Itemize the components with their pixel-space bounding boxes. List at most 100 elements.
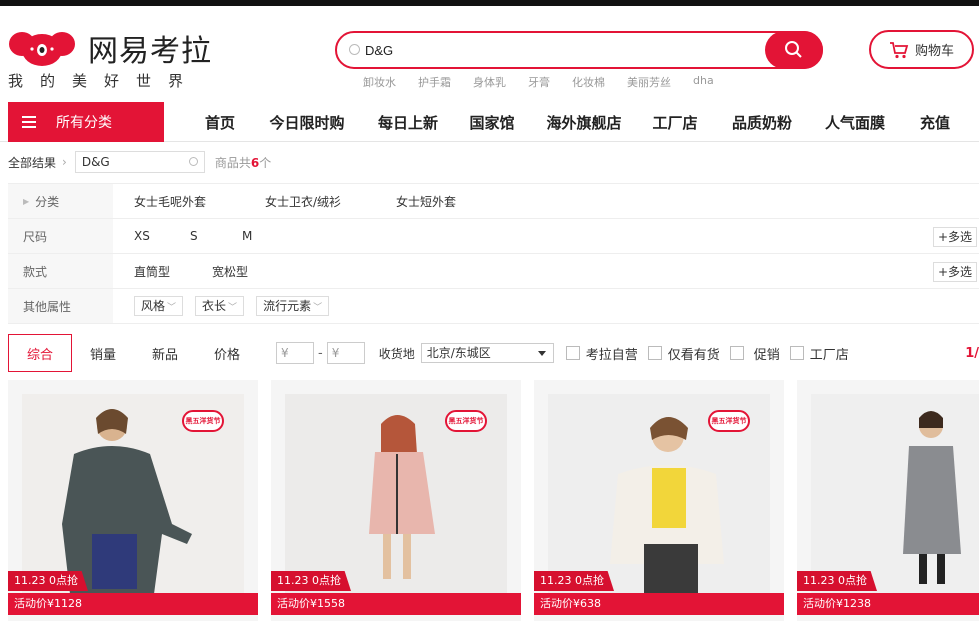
filter-option[interactable]: 直筒型 bbox=[134, 263, 212, 280]
sort-tab-default[interactable]: 综合 bbox=[8, 334, 72, 372]
product-card[interactable]: 黑五洋货节 11.23 0点抢 活动价¥1558 bbox=[271, 380, 521, 621]
filter-option[interactable]: M bbox=[242, 229, 252, 243]
nav-link-daily-new[interactable]: 每日上新 bbox=[364, 112, 452, 133]
check-label: 考拉自营 bbox=[585, 347, 638, 363]
page-indicator: 1/ bbox=[965, 345, 979, 361]
count-suffix: 个 bbox=[259, 155, 272, 170]
chevron-right-icon: › bbox=[62, 155, 67, 169]
activity-price: 活动价¥1558 bbox=[271, 593, 521, 615]
sort-tab-sales[interactable]: 销量 bbox=[72, 334, 134, 372]
nav-link-country[interactable]: 国家馆 bbox=[452, 112, 532, 133]
price-separator: - bbox=[318, 345, 323, 361]
nav-link-milk[interactable]: 品质奶粉 bbox=[714, 112, 810, 133]
product-image[interactable]: 黑五洋货节 bbox=[285, 394, 507, 594]
filter-option[interactable]: 女士卫衣/绒衫 bbox=[265, 193, 396, 210]
nav-link-mask[interactable]: 人气面膜 bbox=[810, 112, 900, 133]
filter-option[interactable]: 宽松型 bbox=[212, 263, 248, 280]
nav-link-recharge[interactable]: 充值 bbox=[900, 112, 970, 133]
count-number: 6 bbox=[250, 155, 260, 170]
multi-select-button[interactable]: +多选 bbox=[932, 227, 977, 247]
nav-link-home[interactable]: 首页 bbox=[190, 112, 250, 133]
hot-word-link[interactable]: 美丽芳丝 bbox=[627, 74, 671, 90]
caret-right-icon: ▶ bbox=[23, 196, 30, 206]
nav-link-flash-sale[interactable]: 今日限时购 bbox=[250, 112, 364, 133]
search-small-icon bbox=[349, 44, 360, 55]
count-prefix: 商品共 bbox=[214, 155, 251, 170]
product-image[interactable] bbox=[811, 394, 979, 594]
checkbox-factory[interactable] bbox=[789, 346, 804, 360]
activity-price: 活动价¥1238 bbox=[797, 593, 979, 615]
flash-sale-tag: 11.23 0点抢 bbox=[797, 571, 877, 591]
filter-values: 直筒型 宽松型 bbox=[134, 254, 248, 288]
filter-row-style: 款式 直筒型 宽松型 +多选 bbox=[8, 254, 979, 289]
logo-slogan: 我的美好世界 bbox=[8, 72, 201, 90]
price-max-input[interactable]: ¥ bbox=[326, 342, 365, 364]
product-image[interactable]: 黑五洋货节 bbox=[22, 394, 244, 594]
promo-badge: 黑五洋货节 bbox=[445, 410, 487, 432]
filter-dropdown-style[interactable]: 风格 ﹀ bbox=[134, 296, 184, 316]
filter-option[interactable]: XS bbox=[134, 229, 190, 243]
multi-select-button[interactable]: +多选 bbox=[932, 262, 977, 282]
breadcrumb-keyword: D&G bbox=[81, 155, 110, 169]
chevron-down-icon: ﹀ bbox=[313, 303, 323, 313]
filter-option[interactable]: 女士短外套 bbox=[396, 193, 456, 210]
hot-word-link[interactable]: 卸妆水 bbox=[363, 74, 396, 90]
sort-tab-new[interactable]: 新品 bbox=[134, 334, 196, 372]
flash-sale-tag: 11.23 0点抢 bbox=[271, 571, 351, 591]
hot-word-link[interactable]: 牙膏 bbox=[528, 74, 550, 90]
product-image[interactable]: 黑五洋货节 bbox=[548, 394, 770, 594]
filter-option[interactable]: S bbox=[190, 229, 242, 243]
filter-values: XS S M bbox=[134, 219, 252, 253]
cart-label: 购物车 bbox=[914, 44, 954, 59]
logo[interactable]: 网易考拉 我的美好世界 bbox=[8, 24, 228, 94]
filter-row-category: ▶ 分类 女士毛呢外套 女士卫衣/绒衫 女士短外套 bbox=[8, 184, 979, 219]
all-categories-label: 所有分类 bbox=[56, 115, 112, 131]
result-count: 商品共6个 bbox=[215, 154, 271, 171]
activity-price: 活动价¥1128 bbox=[8, 593, 258, 615]
filter-dropdown-length[interactable]: 衣长 ﹀ bbox=[195, 296, 245, 316]
product-card[interactable]: 黑五洋货节 11.23 0点抢 活动价¥1128 bbox=[8, 380, 258, 621]
filter-label-category[interactable]: ▶ 分类 bbox=[8, 184, 113, 218]
search-icon bbox=[785, 41, 802, 58]
chevron-down-icon: ﹀ bbox=[167, 303, 177, 313]
breadcrumb-root[interactable]: 全部结果 bbox=[8, 154, 56, 171]
search-input[interactable] bbox=[365, 40, 745, 60]
filter-dropdown-trend[interactable]: 流行元素 ﹀ bbox=[256, 296, 330, 316]
nav-link-flagship[interactable]: 海外旗舰店 bbox=[532, 112, 636, 133]
nav-link-factory[interactable]: 工厂店 bbox=[636, 112, 714, 133]
promo-badge: 黑五洋货节 bbox=[708, 410, 750, 432]
dropdown-label: 风格 bbox=[141, 299, 166, 313]
dropdown-label: 流行元素 bbox=[263, 299, 312, 313]
ship-label: 收货地 bbox=[378, 346, 415, 361]
flash-sale-tag: 11.23 0点抢 bbox=[534, 571, 614, 591]
hot-word-link[interactable]: 护手霜 bbox=[418, 74, 451, 90]
all-categories-button[interactable]: 所有分类 bbox=[8, 102, 164, 142]
model-figure bbox=[811, 394, 979, 594]
filter-values: 女士毛呢外套 女士卫衣/绒衫 女士短外套 bbox=[134, 184, 456, 218]
filter-values: 风格 ﹀ 衣长 ﹀ 流行元素 ﹀ bbox=[134, 289, 341, 323]
search-button[interactable] bbox=[765, 31, 823, 69]
cart-icon bbox=[889, 41, 909, 58]
filter-row-size: 尺码 XS S M +多选 bbox=[8, 219, 979, 254]
hot-search-words: 卸妆水 护手霜 身体乳 牙膏 化妆棉 美丽芳丝 dha bbox=[363, 74, 714, 90]
hot-word-link[interactable]: 化妆棉 bbox=[572, 74, 605, 90]
hot-word-link[interactable]: dha bbox=[693, 74, 714, 90]
price-min-input[interactable]: ¥ bbox=[276, 342, 314, 364]
sort-tab-price[interactable]: 价格 bbox=[196, 334, 258, 372]
chevron-down-icon: ﹀ bbox=[228, 303, 238, 313]
checkbox-in-stock[interactable] bbox=[647, 346, 662, 360]
nav-links: 首页 今日限时购 每日上新 国家馆 海外旗舰店 工厂店 品质奶粉 人气面膜 充值 bbox=[190, 102, 970, 142]
hot-word-link[interactable]: 身体乳 bbox=[473, 74, 506, 90]
breadcrumb-keyword-input[interactable]: D&G bbox=[74, 151, 205, 173]
checkbox-self-operated[interactable] bbox=[565, 346, 580, 360]
product-card[interactable]: 11.23 0点抢 活动价¥1238 bbox=[797, 380, 979, 621]
filter-option[interactable]: 女士毛呢外套 bbox=[134, 193, 265, 210]
search-small-icon bbox=[188, 157, 198, 166]
activity-price: 活动价¥638 bbox=[534, 593, 784, 615]
ship-region-select[interactable]: 北京/东城区 bbox=[420, 343, 554, 363]
filter-label-size: 尺码 bbox=[8, 219, 113, 253]
checkbox-promotion[interactable] bbox=[729, 346, 744, 360]
top-black-bar bbox=[0, 0, 979, 6]
cart-button[interactable]: 购物车 bbox=[869, 30, 974, 69]
product-card[interactable]: 黑五洋货节 11.23 0点抢 活动价¥638 bbox=[534, 380, 784, 621]
